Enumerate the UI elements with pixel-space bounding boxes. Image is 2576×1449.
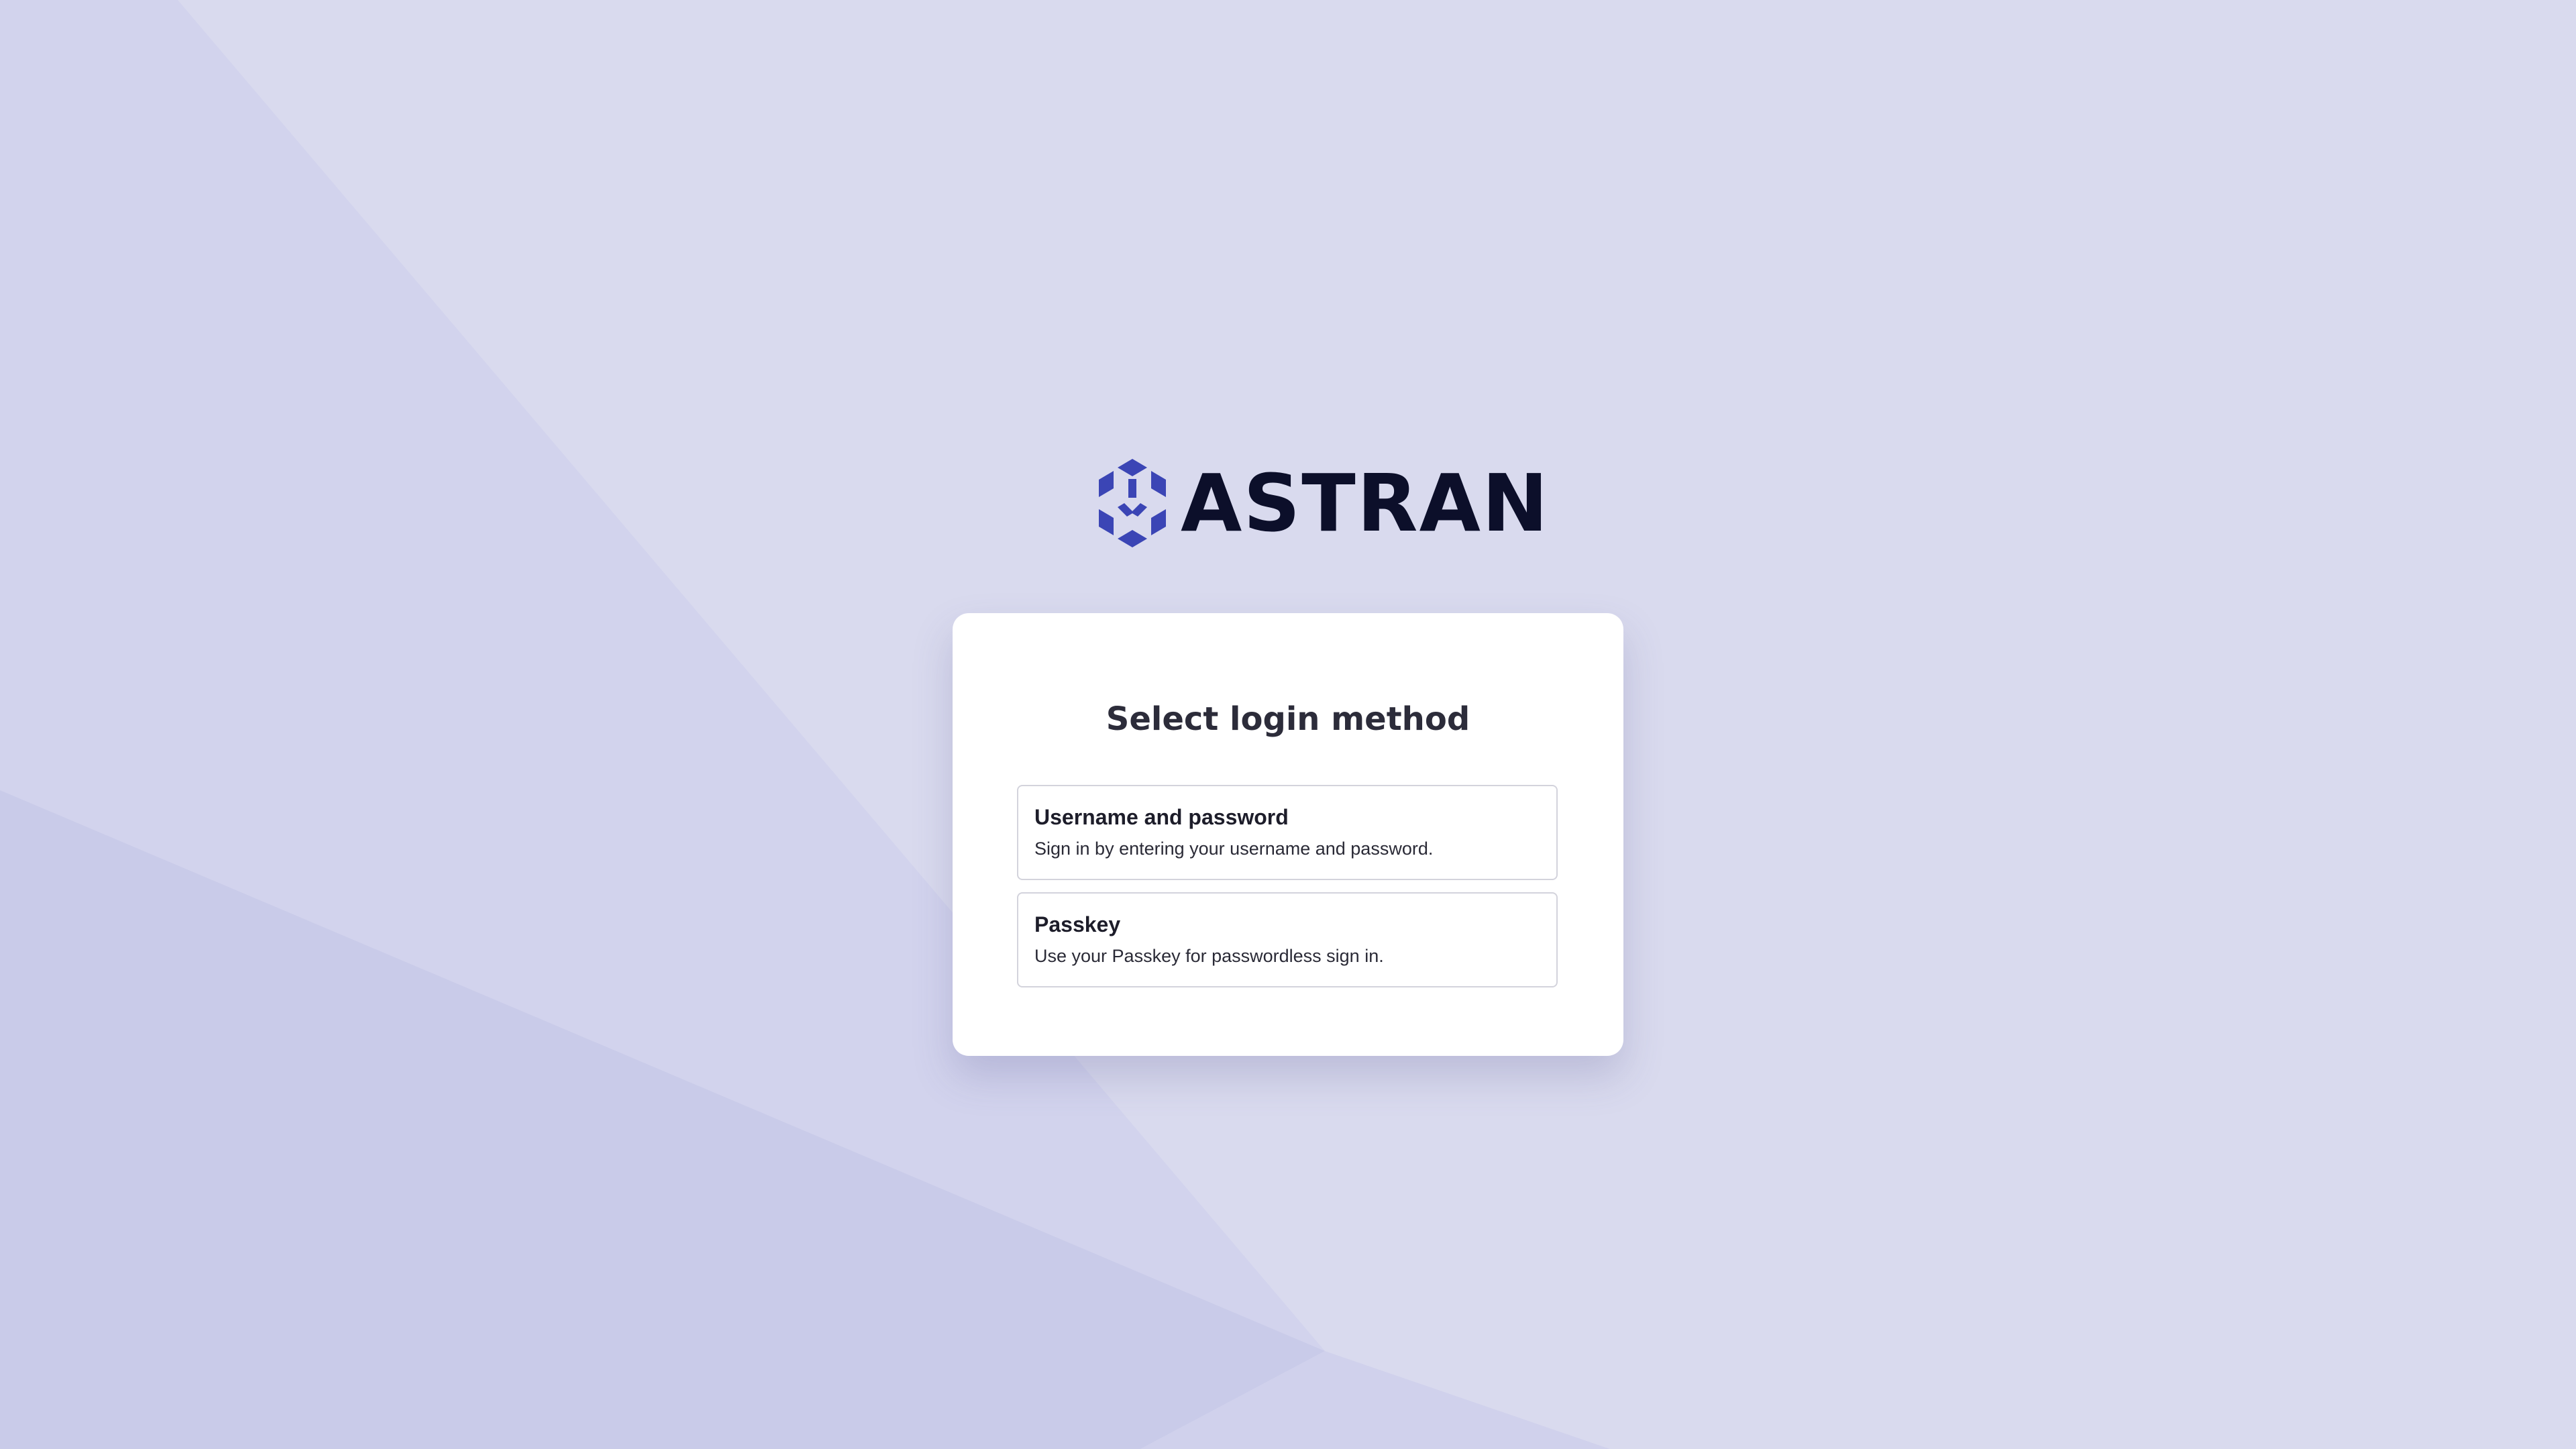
option-description: Sign in by entering your username and pa… [1034, 839, 1434, 859]
login-option-username-password[interactable]: Username and password Sign in by enterin… [1017, 785, 1558, 880]
option-title: Username and password [1034, 805, 1289, 829]
option-description: Use your Passkey for passwordless sign i… [1034, 946, 1384, 966]
login-option-passkey[interactable]: Passkey Use your Passkey for passwordles… [1017, 892, 1558, 987]
hexagon-cube-logo-icon [1099, 459, 1166, 547]
card-title: Select login method [1106, 700, 1470, 738]
login-method-card: Select login method Username and passwor… [953, 613, 1623, 1056]
brand-logo: ASTRAN [1095, 456, 1550, 550]
option-title: Passkey [1034, 912, 1121, 936]
brand-name: ASTRAN [1181, 457, 1550, 549]
